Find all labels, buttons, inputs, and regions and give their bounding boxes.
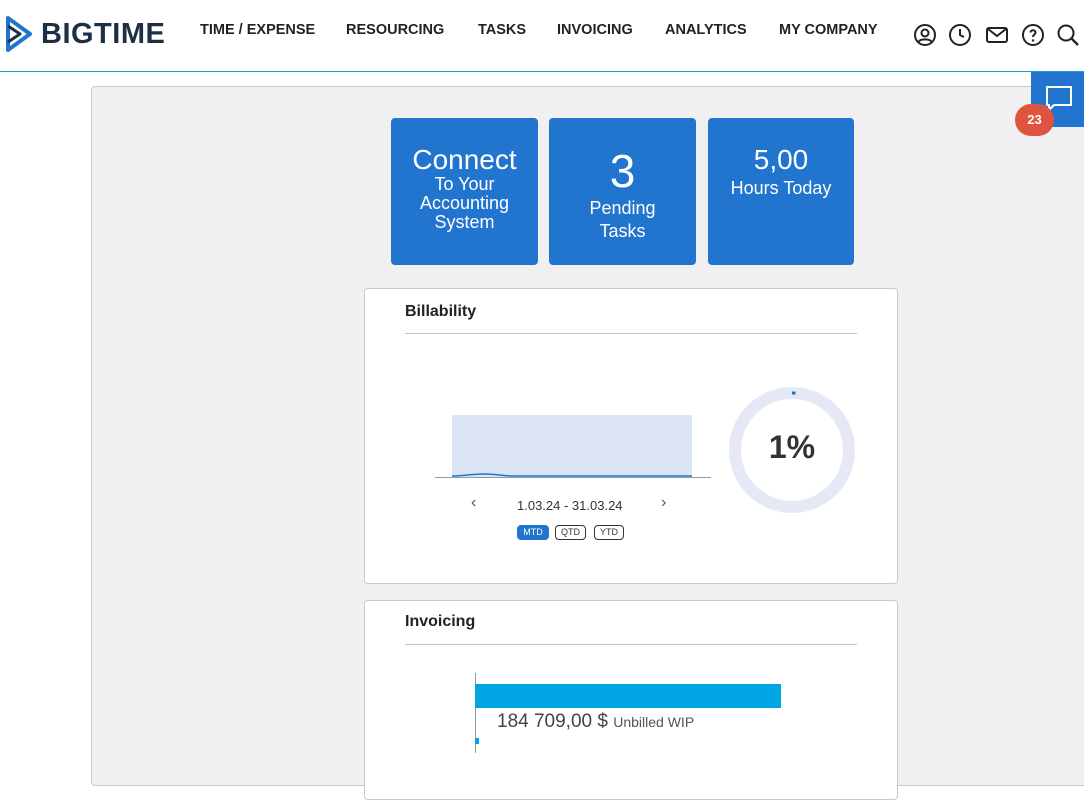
pending-tasks-label: Pending <box>589 198 656 218</box>
pending-tasks-label: Tasks <box>599 221 646 241</box>
period-ytd-button[interactable]: YTD <box>594 525 624 540</box>
nav-icon-group <box>0 23 1084 47</box>
top-navigation-bar: BIGTIME TIME / EXPENSE RESOURCING TASKS … <box>0 0 1084 72</box>
billability-trend-line <box>451 473 692 477</box>
pending-tasks-count: 3 <box>609 145 636 197</box>
billability-date-range: 1.03.24 - 31.03.24 <box>517 498 623 513</box>
notification-badge[interactable]: 23 <box>1015 104 1054 136</box>
connect-tile-line: Accounting <box>419 193 510 213</box>
connect-accounting-tile[interactable]: Connect To Your Accounting System <box>391 118 538 265</box>
mail-icon[interactable] <box>985 23 1009 47</box>
connect-tile-heading: Connect <box>412 144 517 175</box>
help-icon[interactable] <box>1021 23 1045 47</box>
search-icon[interactable] <box>1056 23 1080 47</box>
clock-icon[interactable] <box>948 23 972 47</box>
unbilled-wip-label: Unbilled WIP <box>613 714 695 730</box>
period-qtd-button[interactable]: QTD <box>555 525 586 540</box>
pending-tasks-tile[interactable]: 3 Pending Tasks <box>549 118 696 265</box>
connect-tile-line: System <box>434 212 495 232</box>
billability-card: Billability ‹ 1.03.24 - 31.03.24 › MTD Q… <box>364 288 898 584</box>
unbilled-wip-bar[interactable] <box>475 684 781 708</box>
hours-today-label: Hours Today <box>730 178 832 198</box>
invoicing-title: Invoicing <box>405 613 476 630</box>
hours-today-value: 5,00 <box>753 144 809 175</box>
billability-divider <box>405 333 857 334</box>
billability-title: Billability <box>405 303 477 320</box>
billability-percent: 1% <box>768 429 816 465</box>
period-mtd-button[interactable]: MTD <box>517 525 549 540</box>
unbilled-wip-amount: 184 709,00 $ <box>497 711 608 732</box>
unbilled-wip-value: 184 709,00 $ Unbilled WIP <box>497 711 694 733</box>
billability-area-chart <box>451 415 692 477</box>
connect-tile-line: To Your <box>434 174 495 194</box>
invoicing-divider <box>405 644 857 645</box>
next-period-button[interactable]: › <box>661 494 666 512</box>
user-icon[interactable] <box>913 23 937 47</box>
billability-axis <box>435 477 711 478</box>
invoicing-secondary-bar <box>475 738 479 744</box>
invoicing-card: Invoicing 184 709,00 $ Unbilled WIP <box>364 600 898 800</box>
hours-today-tile[interactable]: 5,00 Hours Today <box>708 118 854 265</box>
previous-period-button[interactable]: ‹ <box>471 494 476 512</box>
